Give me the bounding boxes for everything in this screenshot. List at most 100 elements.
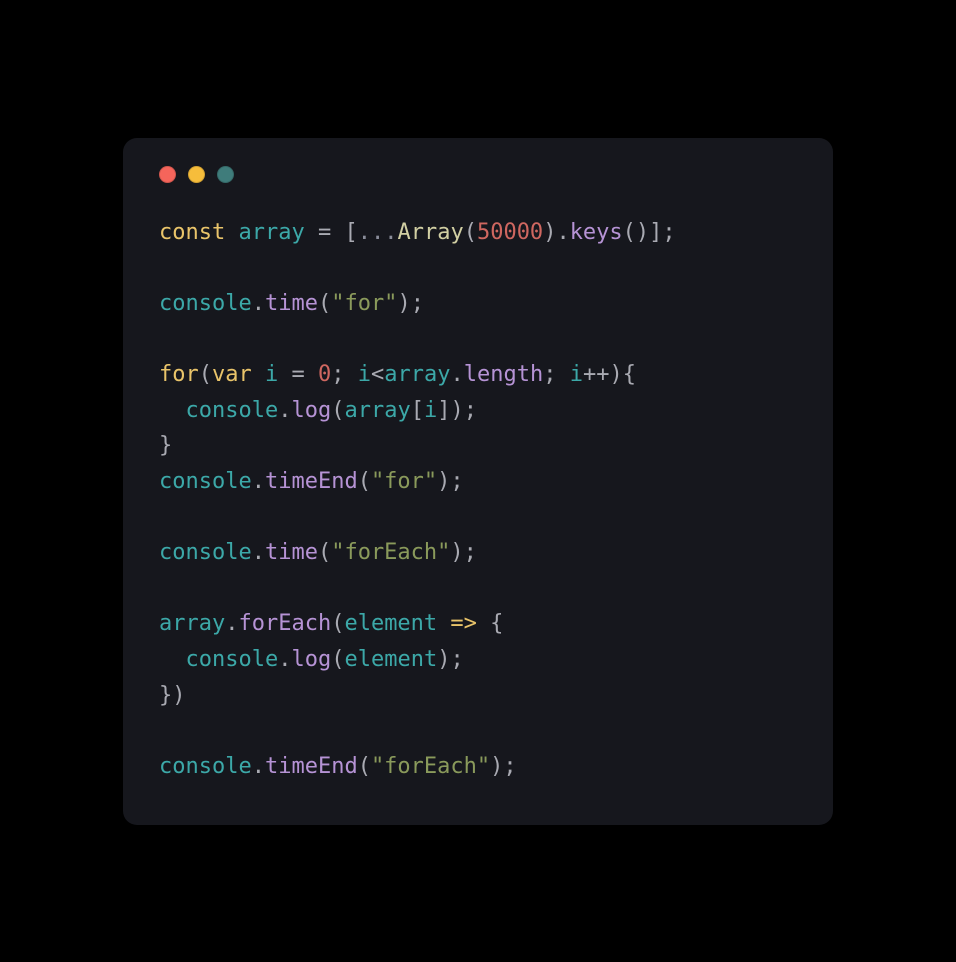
code-token: length	[464, 362, 543, 387]
code-token: .	[252, 540, 265, 565]
code-token: ;	[331, 362, 344, 387]
code-token: (	[331, 647, 344, 672]
code-token	[252, 362, 265, 387]
code-line	[159, 500, 797, 536]
code-line	[159, 571, 797, 607]
code-token: console	[186, 647, 279, 672]
code-token: {	[490, 611, 503, 636]
code-token: 50000	[477, 220, 543, 245]
code-token: (	[318, 540, 331, 565]
code-token: ;	[503, 754, 516, 779]
code-token: 0	[318, 362, 331, 387]
code-line: })	[159, 678, 797, 714]
code-token: ;	[662, 220, 675, 245]
code-token: console	[159, 540, 252, 565]
code-token: ;	[543, 362, 556, 387]
code-line	[159, 321, 797, 357]
code-token: ;	[411, 291, 424, 316]
code-token: =>	[450, 611, 477, 636]
code-token: element	[344, 647, 437, 672]
code-token: ]	[649, 220, 662, 245]
code-token: ;	[450, 469, 463, 494]
code-token: array	[159, 611, 225, 636]
code-token: ;	[450, 647, 463, 672]
code-token: ]	[437, 398, 450, 423]
code-token: time	[265, 540, 318, 565]
code-token: i	[424, 398, 437, 423]
code-token: array	[344, 398, 410, 423]
code-token: var	[212, 362, 252, 387]
code-token: [	[344, 220, 357, 245]
code-token: (	[199, 362, 212, 387]
code-token: (	[331, 398, 344, 423]
code-token: )	[543, 220, 556, 245]
code-token: .	[278, 647, 291, 672]
code-token: (	[358, 754, 371, 779]
code-token: array	[238, 220, 304, 245]
code-token: (	[464, 220, 477, 245]
code-token	[305, 362, 318, 387]
code-token: )	[450, 398, 463, 423]
code-line: array.forEach(element => {	[159, 606, 797, 642]
code-line	[159, 713, 797, 749]
code-token: time	[265, 291, 318, 316]
code-token: }	[159, 433, 172, 458]
code-token: log	[291, 398, 331, 423]
code-token: ;	[464, 540, 477, 565]
code-token: =	[318, 220, 331, 245]
code-token: element	[344, 611, 437, 636]
code-token: )	[609, 362, 622, 387]
maximize-icon[interactable]	[217, 166, 234, 183]
code-token	[225, 220, 238, 245]
code-token: .	[278, 398, 291, 423]
close-icon[interactable]	[159, 166, 176, 183]
code-token: )	[397, 291, 410, 316]
code-token: (	[623, 220, 636, 245]
code-token: .	[556, 220, 569, 245]
code-line: const array = [...Array(50000).keys()];	[159, 215, 797, 251]
code-token: timeEnd	[265, 754, 358, 779]
code-token	[437, 611, 450, 636]
code-token: i	[265, 362, 278, 387]
code-token: console	[159, 469, 252, 494]
code-token	[477, 611, 490, 636]
code-token	[278, 362, 291, 387]
code-token: ...	[358, 220, 398, 245]
code-line: console.log(element);	[159, 642, 797, 678]
code-block: const array = [...Array(50000).keys()]; …	[159, 215, 797, 785]
code-token: .	[252, 754, 265, 779]
code-token: [	[411, 398, 424, 423]
code-token: .	[450, 362, 463, 387]
code-token: keys	[570, 220, 623, 245]
code-token: "forEach"	[371, 754, 490, 779]
code-token	[345, 362, 358, 387]
code-token: <	[371, 362, 384, 387]
minimize-icon[interactable]	[188, 166, 205, 183]
code-token: .	[252, 291, 265, 316]
code-line: console.timeEnd("for");	[159, 464, 797, 500]
code-token: ++	[583, 362, 610, 387]
code-token: array	[384, 362, 450, 387]
code-token: console	[159, 291, 252, 316]
code-token: .	[225, 611, 238, 636]
code-token: Array	[397, 220, 463, 245]
code-token	[305, 220, 318, 245]
code-token: )	[490, 754, 503, 779]
code-token: }	[159, 683, 172, 708]
code-token: for	[159, 362, 199, 387]
code-token: timeEnd	[265, 469, 358, 494]
code-line: console.timeEnd("forEach");	[159, 749, 797, 785]
code-token: log	[291, 647, 331, 672]
code-token: )	[172, 683, 185, 708]
code-token: const	[159, 220, 225, 245]
code-token: "forEach"	[331, 540, 450, 565]
code-token: forEach	[238, 611, 331, 636]
code-token: "for"	[371, 469, 437, 494]
window-titlebar	[159, 166, 797, 183]
code-token: .	[252, 469, 265, 494]
code-token	[331, 220, 344, 245]
code-line	[159, 250, 797, 286]
code-line: console.time("for");	[159, 286, 797, 322]
code-token: console	[159, 754, 252, 779]
code-token: =	[292, 362, 305, 387]
